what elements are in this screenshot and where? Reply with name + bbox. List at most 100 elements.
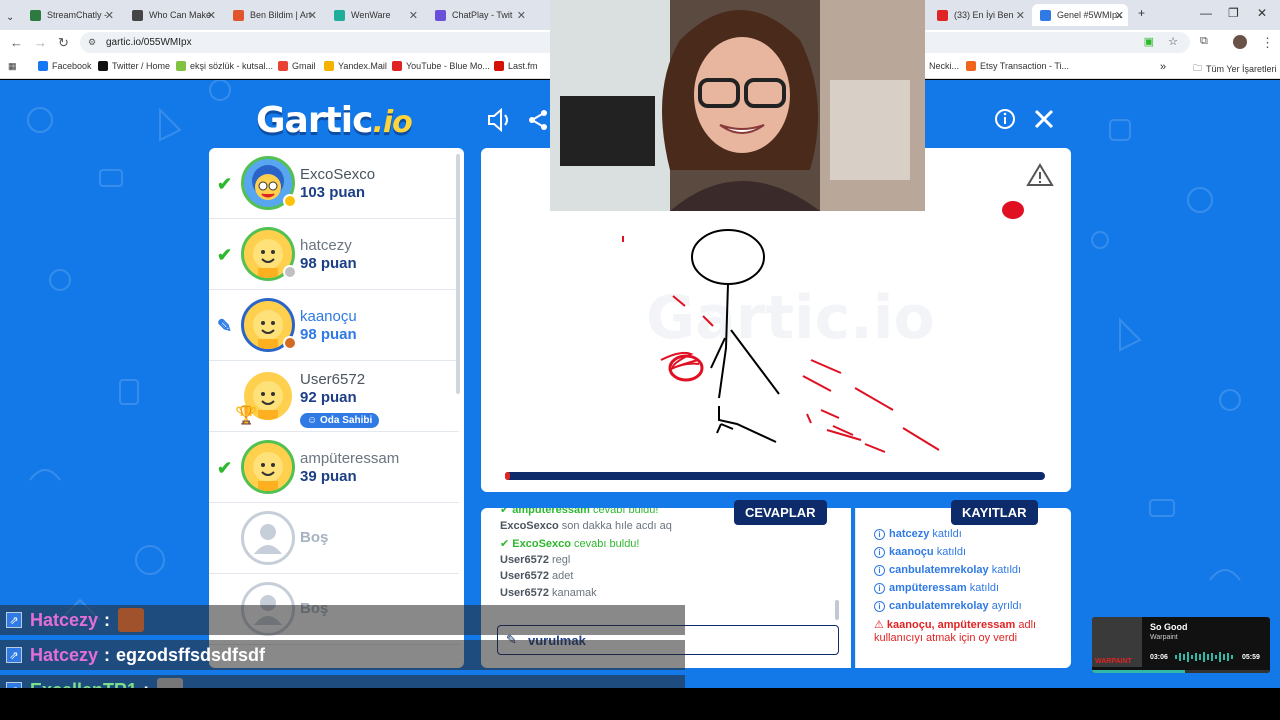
stream-chat-line: ⇗ ExcellenTR1 : [0,675,685,688]
extensions-icon[interactable]: ⧉ [1200,35,1208,48]
player-row[interactable]: ✎ kaanoçu 98 puan [209,290,459,361]
bookmark-item[interactable]: Necki... [929,61,959,71]
player-row[interactable]: ✔ ampüteressam 39 puan [209,432,459,503]
chat-platform-icon: ⇗ [6,647,22,663]
log-text: adlı [1018,619,1037,631]
log-user: kaanoçu, ampüteressam [886,619,1016,631]
log-entry: i kaanoçu katıldı [874,546,966,558]
stream-chat-line: ⇗ Hatcezy : egzodsffsdsdfsdf [0,640,685,670]
answers-scrollbar[interactable] [835,600,839,620]
player-row[interactable]: ✔ ExcoSexco 103 puan [209,148,459,219]
tab-answers[interactable]: CEVAPLAR [734,500,827,525]
apps-grid-icon[interactable]: ▦ [8,61,17,72]
player-row[interactable]: ✔ hatcezy 98 puan [209,219,459,290]
tab-label: (33) En İyi Ben [954,10,1014,20]
browser-tab[interactable]: WenWare ✕ [334,4,422,26]
bookmark-item[interactable]: Facebook [38,61,92,71]
message-user: User6572 [500,554,549,566]
log-text: kullanıcıyı atmak için oy verdi [874,632,1018,644]
browser-tab[interactable]: Ben Bildim | An ✕ [233,4,321,26]
log-text: katıldı [936,546,967,558]
tab-logs[interactable]: KAYITLAR [951,500,1038,525]
empty-slot-label: Boş [300,529,329,546]
tab-label: Ben Bildim | An [250,10,311,20]
info-icon[interactable] [994,108,1016,136]
info-icon: i [874,601,885,612]
bookmark-item[interactable]: Twitter / Home [98,61,170,71]
close-window-icon[interactable]: ✕ [1257,6,1267,20]
logo-text: Gartic [256,100,373,141]
track-title: So Good [1150,622,1188,632]
log-user: canbulatemrekolay [889,600,989,612]
browser-tab[interactable]: ChatPlay - Twit ✕ [435,4,530,26]
player-score: 39 puan [300,468,357,485]
answer-message: ExcoSexco son dakka hıle acdı aq [500,520,672,532]
close-tab-icon[interactable]: ✕ [105,9,114,22]
browser-tab[interactable]: StreamChatly - ✕ [30,4,118,26]
message-text: cevabı buldu! [574,538,640,550]
browser-tab[interactable]: Who Can Make ✕ [132,4,220,26]
site-info-icon[interactable]: ⚙ [88,32,96,53]
bookmark-item[interactable]: Yandex.Mail [324,61,387,71]
tab-label: StreamChatly - [47,10,108,20]
more-bookmarks-chevron-icon[interactable]: » [1160,61,1166,73]
chat-user: ExcellenTR1 [30,680,137,689]
bookmark-star-icon[interactable]: ☆ [1168,32,1178,53]
forward-arrow-icon[interactable]: → [34,35,47,50]
answer-message: ✔ ExcoSexco cevabı buldu! [500,537,639,550]
album-art: WARPAINT [1092,617,1142,667]
share-icon[interactable] [526,108,550,138]
bookmark-item[interactable]: Gmail [278,61,316,71]
menu-kebab-icon[interactable]: ⋮ [1261,35,1274,51]
tab-favicon-icon [1040,9,1051,21]
close-tab-icon[interactable]: ✕ [207,9,216,22]
log-entry: i ampüteressam katıldı [874,582,999,594]
bookmark-label: Last.fm [508,61,538,71]
bookmark-label: YouTube - Blue Mo... [406,61,490,71]
bookmark-item[interactable]: Last.fm [494,61,538,71]
message-user: User6572 [500,587,549,599]
close-tab-icon[interactable]: ✕ [308,9,317,22]
browser-tab[interactable]: (33) En İyi Ben ✕ [937,4,1029,26]
close-icon[interactable] [1033,108,1055,136]
close-tab-icon[interactable]: ✕ [1016,9,1025,22]
player-name: kaanoçu [300,308,357,325]
eksi-icon [176,61,186,71]
player-score: 98 puan [300,255,357,272]
profile-avatar[interactable] [1233,35,1247,49]
avatar [241,440,295,494]
tab-list-chevron-icon[interactable]: ⌄ [6,6,14,28]
close-tab-icon[interactable]: ✕ [517,9,526,22]
message-text: regl [552,554,571,566]
bookmark-item[interactable]: ekşi sözlük - kutsal... [176,61,273,71]
log-user: hatcezy [889,528,930,540]
all-bookmarks-folder[interactable]: 🗀 Tüm Yer İşaretleri [1193,61,1277,77]
answer-message: User6572 regl [500,554,570,566]
chat-separator: : [104,644,111,665]
back-arrow-icon[interactable]: ← [10,35,23,50]
report-warning-icon[interactable] [1026,163,1054,186]
empty-avatar-icon [241,511,295,565]
close-tab-icon[interactable]: ✕ [409,9,418,22]
yandex-icon [324,61,334,71]
elapsed-time: 03:06 [1150,654,1168,661]
close-tab-icon[interactable]: ✕ [1115,9,1124,22]
minimize-icon[interactable]: — [1200,6,1212,20]
new-tab-plus-icon[interactable]: + [1138,6,1145,20]
log-entry: i canbulatemrekolay ayrıldı [874,600,1022,612]
cast-icon[interactable]: ▣ [1144,32,1154,53]
round-timer-fill [505,472,511,480]
bookmark-label: Yandex.Mail [338,61,387,71]
sound-icon[interactable] [486,107,512,138]
bookmark-label: Etsy Transaction - Ti... [980,61,1070,71]
player-row[interactable]: 🏆 User6572 92 puan ☺ Oda Sahibi [209,361,459,432]
reload-icon[interactable]: ↻ [58,35,69,51]
browser-tab-active[interactable]: Genel #5WMIpx ✕ [1032,4,1128,26]
message-text: son dakka hıle acdı aq [561,520,672,532]
bookmark-item[interactable]: YouTube - Blue Mo... [392,61,490,71]
answer-message: User6572 kanamak [500,587,597,599]
players-scrollbar[interactable] [456,154,460,394]
maximize-icon[interactable]: ❐ [1228,6,1239,20]
stream-chat-line: ⇗ Hatcezy : [0,605,685,635]
bookmark-item[interactable]: Etsy Transaction - Ti... [966,61,1069,71]
